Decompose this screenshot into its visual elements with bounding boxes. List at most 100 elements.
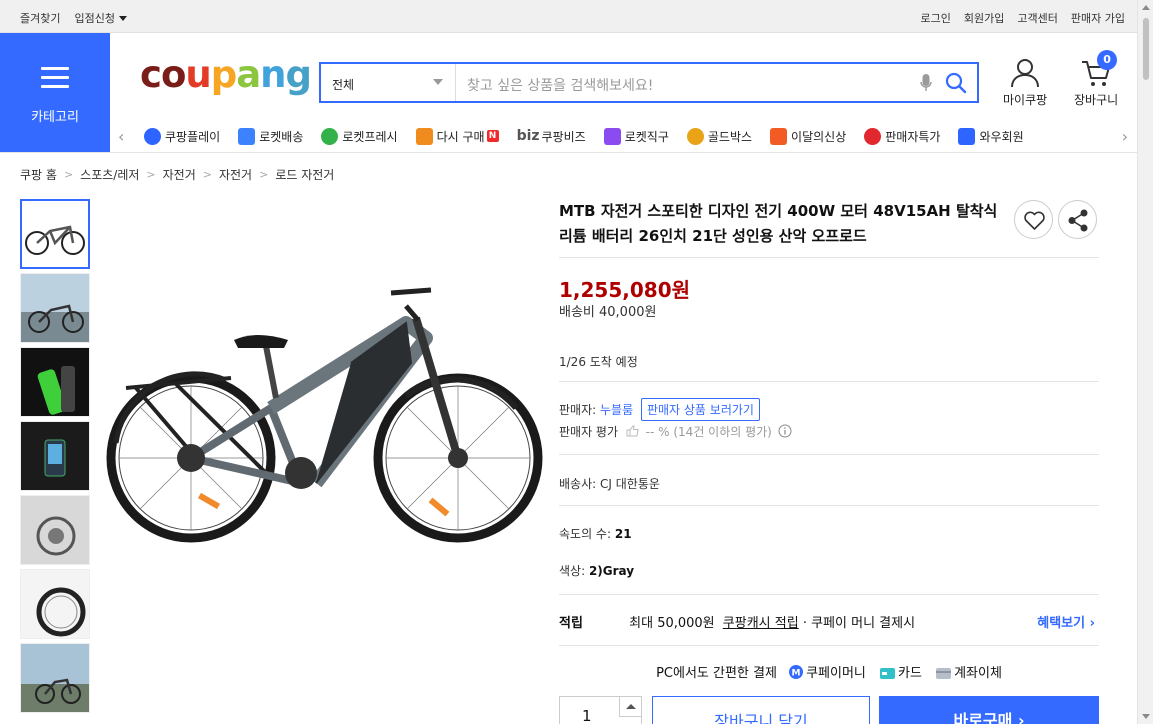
breadcrumb-item[interactable]: 자전거 (163, 166, 196, 183)
quantity-stepper[interactable]: 1 (559, 696, 642, 724)
nav-item-goldbox[interactable]: 골드박스 (686, 123, 753, 149)
buy-now-label: 바로구매 (953, 711, 1013, 724)
seller-apply-menu[interactable]: 입점신청 (74, 10, 127, 26)
wishlist-button[interactable] (1014, 200, 1053, 239)
add-to-cart-button[interactable]: 장바구니 담기 (652, 696, 870, 724)
thumbs-up-icon (626, 425, 639, 437)
rocket-icon (238, 127, 256, 145)
seller-products-button[interactable]: 판매자 상품 보러가기 (640, 398, 760, 421)
shipping-fee: 배송비 40,000원 (559, 305, 657, 320)
svg-text:M: M (792, 669, 801, 679)
thumbnail-7[interactable] (20, 643, 90, 713)
chevron-down-icon (433, 79, 443, 85)
nav-item-rocket[interactable]: 로켓배송 (238, 123, 303, 149)
thumbnail-6[interactable] (20, 569, 90, 639)
payment-method: 쿠페이머니 (806, 666, 866, 681)
buy-now-button[interactable]: 바로구매 › (879, 696, 1099, 724)
nav-item-label: 골드박스 (707, 129, 753, 144)
category-label: 카테고리 (31, 110, 79, 125)
service-nav: ‹ 쿠팡플레이 로켓배송 로켓프레시 다시 구매 Nbiz 쿠팡비즈 로켓직구 골드박스 이달의… (118, 123, 1128, 149)
courier-label: 배송사: (559, 477, 597, 491)
payment-method: 카드 (898, 666, 922, 681)
seller-row: 판매자: 누블룸 판매자 상품 보러가기 (559, 398, 760, 421)
product-title: MTB 자전거 스포티한 디자인 전기 400W 모터 48V15AH 탈착식 … (559, 202, 998, 245)
chevron-left-icon[interactable]: ‹ (118, 127, 124, 146)
share-button[interactable] (1058, 200, 1097, 239)
chevron-right-icon: > (202, 168, 212, 181)
microphone-icon[interactable] (920, 73, 932, 96)
thumbnail-4[interactable] (20, 421, 90, 491)
search-icon[interactable] (945, 72, 967, 97)
nav-item-label: 쿠팡플레이 (165, 129, 221, 144)
logo-letter: u (185, 53, 211, 96)
logo-letter: a (236, 53, 261, 96)
bookmark-link[interactable]: 즐겨찾기 (20, 10, 60, 26)
chevron-right-icon: › (1089, 616, 1095, 631)
new-badge: N (486, 130, 499, 142)
seller-rating-value: -- % (14건 이하의 평가) (645, 425, 772, 439)
logo-letter: o (160, 53, 186, 96)
wow-icon (958, 127, 976, 145)
logo-letter: n (260, 53, 286, 96)
breadcrumb-item[interactable]: 자전거 (219, 166, 252, 183)
thumbnail-3[interactable] (20, 347, 90, 417)
benefit-link[interactable]: 혜택보기 › (1037, 612, 1095, 631)
nav-item-global-rocket[interactable]: 로켓직구 (603, 123, 669, 149)
product-info-panel: MTB 자전거 스포티한 디자인 전기 400W 모터 48V15AH 탈착식 … (559, 199, 1099, 724)
thumbnail-1[interactable] (20, 199, 90, 269)
search-category-select[interactable]: 전체 (321, 64, 456, 101)
nav-item-label: 판매자특가 (885, 129, 941, 144)
scroll-down-icon[interactable] (1142, 714, 1150, 719)
mypage-button[interactable]: 마이쿠팡 (1003, 58, 1047, 108)
coupay-money-icon: M (789, 665, 804, 683)
mypage-label: 마이쿠팡 (1003, 93, 1048, 107)
nav-item-label: 다시 구매 (436, 129, 485, 144)
quantity-increase-button[interactable] (619, 697, 641, 717)
nav-item-biz[interactable]: biz 쿠팡비즈 (517, 123, 586, 149)
global-rocket-icon (603, 127, 621, 145)
breadcrumb-item[interactable]: 쿠팡 홈 (20, 166, 57, 183)
product-price: 1,255,080원 (559, 278, 691, 302)
info-icon[interactable] (778, 424, 792, 438)
bank-transfer-icon (936, 668, 952, 683)
payment-method: 계좌이체 (954, 666, 1002, 681)
divider (559, 645, 1099, 646)
nav-item-rocket-fresh[interactable]: 로켓프레시 (321, 123, 398, 149)
seller-name-link[interactable]: 누블룸 (600, 403, 633, 417)
seller-rating-row: 판매자 평가 -- % (14건 이하의 평가) (559, 423, 792, 440)
thumbnail-5[interactable] (20, 495, 90, 565)
nav-item-new-arrival[interactable]: 이달의신상 (770, 123, 846, 149)
login-link[interactable]: 로그인 (921, 10, 951, 26)
nav-item-play[interactable]: 쿠팡플레이 (144, 123, 220, 149)
nav-item-seller-deal[interactable]: 판매자특가 (864, 123, 940, 149)
category-menu-button[interactable]: 카테고리 (0, 33, 110, 152)
share-icon (1068, 209, 1088, 232)
goldbox-icon (686, 127, 704, 145)
nav-item-rebuy[interactable]: 다시 구매 N (415, 123, 499, 149)
coupang-logo[interactable]: coupang (140, 53, 312, 96)
vertical-scrollbar[interactable] (1137, 0, 1153, 724)
customer-center-link[interactable]: 고객센터 (1017, 10, 1057, 26)
rebuy-icon (415, 127, 433, 145)
chevron-right-icon[interactable]: › (1122, 127, 1128, 146)
cart-button[interactable]: 0 장바구니 (1074, 50, 1118, 108)
scrollbar-thumb[interactable] (1142, 17, 1150, 81)
nav-item-label: 로켓직구 (624, 129, 669, 144)
product-main-image[interactable] (106, 268, 546, 558)
quantity-value: 1 (582, 707, 592, 724)
nav-item-wow[interactable]: 와우회원 (958, 123, 1024, 149)
card-icon (880, 668, 896, 683)
seller-signup-link[interactable]: 판매자 가입 (1071, 10, 1125, 26)
breadcrumb-item[interactable]: 로드 자전거 (275, 166, 334, 183)
divider (559, 257, 1099, 258)
coupang-cash-link[interactable]: 쿠팡캐시 적립 (723, 616, 799, 631)
color-option-row: 색상: 2)Gray (559, 562, 634, 579)
breadcrumb-item[interactable]: 스포츠/레저 (80, 166, 139, 183)
hamburger-icon (41, 67, 69, 94)
scroll-up-icon[interactable] (1142, 5, 1150, 10)
search-input[interactable]: 찾고 싶은 상품을 검색해보세요! (467, 75, 653, 95)
signup-link[interactable]: 회원가입 (964, 10, 1004, 26)
nav-item-label: 이달의신상 (791, 129, 847, 144)
thumbnail-2[interactable] (20, 273, 90, 343)
chevron-right-icon: > (259, 168, 269, 181)
